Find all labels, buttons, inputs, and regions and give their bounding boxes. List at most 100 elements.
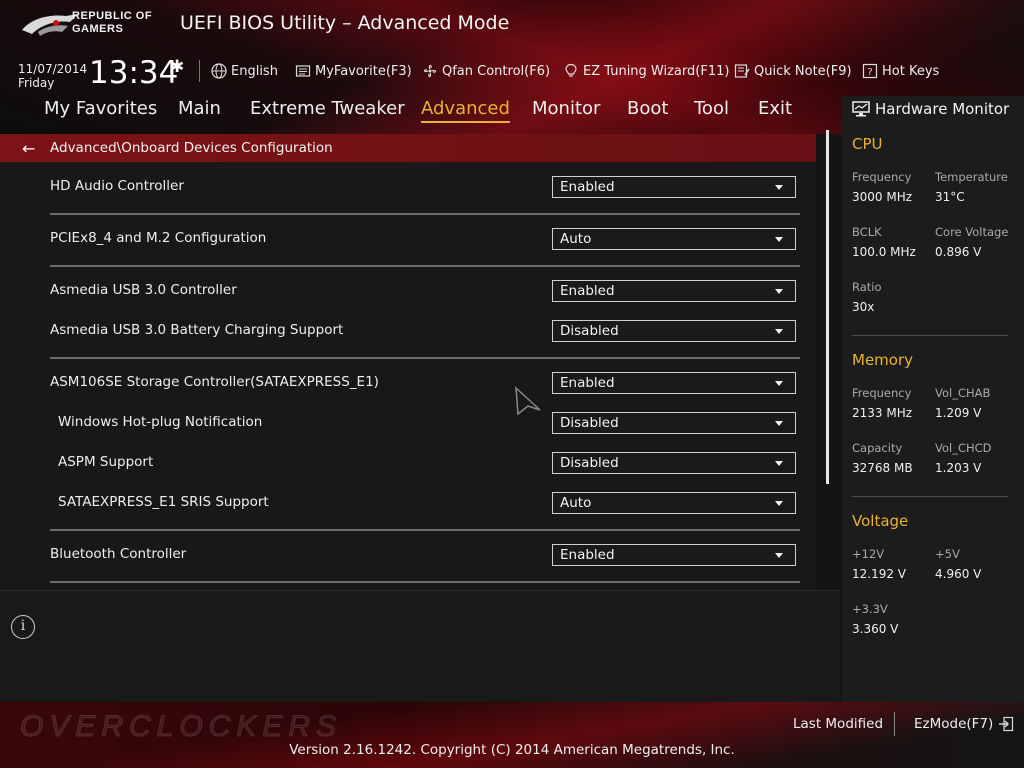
ez-tuning-label: EZ Tuning Wizard(F11) bbox=[583, 63, 730, 79]
hot-keys-label: Hot Keys bbox=[882, 63, 940, 79]
ratio-label: Ratio bbox=[852, 280, 882, 294]
setting-label-asmedia-usb3: Asmedia USB 3.0 Controller bbox=[50, 282, 237, 298]
hardware-monitor-label: Hardware Monitor bbox=[875, 100, 1010, 118]
monitor-icon bbox=[852, 101, 870, 117]
memory-frequency-value: 2133 MHz bbox=[852, 406, 913, 420]
fan-icon bbox=[423, 64, 437, 78]
myfavorite-label: MyFavorite(F3) bbox=[315, 63, 412, 79]
cpu-temperature-label: Temperature bbox=[935, 170, 1008, 184]
dropdown-aspm[interactable]: Disabled bbox=[552, 452, 796, 474]
v5-label: +5V bbox=[935, 547, 960, 561]
tab-extreme-tweaker[interactable]: Extreme Tweaker bbox=[250, 98, 405, 119]
caret-down-icon bbox=[775, 501, 783, 506]
caret-down-icon bbox=[775, 289, 783, 294]
dropdown-usb3-charging[interactable]: Disabled bbox=[552, 320, 796, 342]
watermark-text: OVERCLOCKERS bbox=[19, 710, 343, 744]
dropdown-hd-audio[interactable]: Enabled bbox=[552, 176, 796, 198]
ez-tuning-button[interactable]: EZ Tuning Wizard(F11) bbox=[563, 63, 729, 79]
exit-arrow-icon bbox=[999, 716, 1014, 732]
help-panel: i bbox=[0, 590, 840, 703]
caret-down-icon bbox=[775, 461, 783, 466]
vol-chcd-value: 1.203 V bbox=[935, 461, 982, 475]
v12-label: +12V bbox=[852, 547, 885, 561]
date-display: 11/07/2014 Friday bbox=[18, 62, 87, 90]
dropdown-bluetooth[interactable]: Enabled bbox=[552, 544, 796, 566]
ezmode-button[interactable]: EzMode(F7) bbox=[914, 716, 1014, 732]
dropdown-asmedia-usb3[interactable]: Enabled bbox=[552, 280, 796, 302]
caret-down-icon bbox=[775, 421, 783, 426]
svg-text:?: ? bbox=[867, 67, 872, 78]
dropdown-hotplug[interactable]: Disabled bbox=[552, 412, 796, 434]
vol-chab-label: Vol_CHAB bbox=[935, 386, 991, 400]
dropdown-value: Enabled bbox=[560, 375, 615, 391]
clock: 13:34 bbox=[89, 55, 179, 91]
v5-value: 4.960 V bbox=[935, 567, 982, 581]
mouse-cursor-icon bbox=[515, 386, 541, 416]
bclk-label: BCLK bbox=[852, 225, 882, 239]
qfan-label: Qfan Control(F6) bbox=[442, 63, 551, 79]
last-modified-button[interactable]: Last Modified bbox=[793, 716, 883, 732]
ratio-value: 30x bbox=[852, 300, 875, 314]
core-voltage-value: 0.896 V bbox=[935, 245, 982, 259]
cpu-frequency-label: Frequency bbox=[852, 170, 912, 184]
help-key-icon: ? bbox=[862, 63, 878, 79]
lightbulb-icon bbox=[565, 63, 577, 77]
dropdown-asm106se[interactable]: Enabled bbox=[552, 372, 796, 394]
dropdown-pciex8-m2[interactable]: Auto bbox=[552, 228, 796, 250]
language-label: English bbox=[231, 63, 278, 79]
scrollbar[interactable] bbox=[826, 130, 829, 484]
divider bbox=[199, 60, 200, 82]
tab-advanced[interactable]: Advanced bbox=[421, 98, 510, 123]
setting-label-bluetooth: Bluetooth Controller bbox=[50, 546, 187, 562]
setting-label-hotplug: Windows Hot-plug Notification bbox=[58, 414, 263, 430]
day-text: Friday bbox=[18, 76, 55, 90]
quick-note-label: Quick Note(F9) bbox=[754, 63, 852, 79]
divider bbox=[852, 496, 1008, 497]
cpu-temperature-value: 31°C bbox=[935, 190, 965, 204]
tab-monitor[interactable]: Monitor bbox=[532, 98, 600, 119]
dropdown-value: Disabled bbox=[560, 323, 619, 339]
v12-value: 12.192 V bbox=[852, 567, 907, 581]
tab-my-favorites[interactable]: My Favorites bbox=[44, 98, 157, 119]
setting-label-pciex8-m2: PCIEx8_4 and M.2 Configuration bbox=[50, 230, 267, 246]
divider bbox=[50, 357, 800, 359]
logo-line1: REPUBLIC OF bbox=[72, 10, 153, 22]
tab-boot[interactable]: Boot bbox=[627, 98, 668, 119]
caret-down-icon bbox=[775, 329, 783, 334]
memory-frequency-label: Frequency bbox=[852, 386, 912, 400]
version-text: Version 2.16.1242. Copyright (C) 2014 Am… bbox=[289, 742, 735, 758]
globe-icon bbox=[211, 63, 227, 79]
vol-chcd-label: Vol_CHCD bbox=[935, 441, 992, 455]
dropdown-sris[interactable]: Auto bbox=[552, 492, 796, 514]
divider bbox=[894, 712, 895, 736]
divider bbox=[852, 335, 1008, 336]
back-arrow-icon[interactable]: ← bbox=[22, 139, 35, 158]
setting-label-aspm: ASPM Support bbox=[58, 454, 154, 470]
myfavorite-button[interactable]: MyFavorite(F3) bbox=[295, 63, 412, 79]
tab-main[interactable]: Main bbox=[178, 98, 221, 119]
setting-label-hd-audio: HD Audio Controller bbox=[50, 178, 184, 194]
divider bbox=[50, 213, 800, 215]
dropdown-value: Auto bbox=[560, 231, 592, 247]
note-icon bbox=[734, 64, 750, 78]
quick-note-button[interactable]: Quick Note(F9) bbox=[734, 63, 852, 79]
divider bbox=[50, 581, 800, 583]
dropdown-value: Enabled bbox=[560, 283, 615, 299]
cpu-frequency-value: 3000 MHz bbox=[852, 190, 913, 204]
tab-exit[interactable]: Exit bbox=[758, 98, 792, 119]
qfan-button[interactable]: Qfan Control(F6) bbox=[422, 63, 550, 79]
divider bbox=[50, 265, 800, 267]
dropdown-value: Disabled bbox=[560, 455, 619, 471]
breadcrumb: ← Advanced\Onboard Devices Configuration bbox=[0, 134, 816, 162]
tab-tool[interactable]: Tool bbox=[694, 98, 729, 119]
setting-label-asm106se: ASM106SE Storage Controller(SATAEXPRESS_… bbox=[50, 374, 379, 390]
gear-icon[interactable]: ✱ bbox=[170, 57, 184, 77]
logo-text: REPUBLIC OF GAMERS bbox=[72, 10, 152, 36]
caret-down-icon bbox=[775, 237, 783, 242]
language-button[interactable]: English bbox=[211, 63, 278, 79]
dropdown-value: Enabled bbox=[560, 179, 615, 195]
memory-heading: Memory bbox=[852, 351, 914, 369]
hot-keys-button[interactable]: ? Hot Keys bbox=[862, 63, 939, 79]
vol-chab-value: 1.209 V bbox=[935, 406, 982, 420]
dropdown-value: Auto bbox=[560, 495, 592, 511]
